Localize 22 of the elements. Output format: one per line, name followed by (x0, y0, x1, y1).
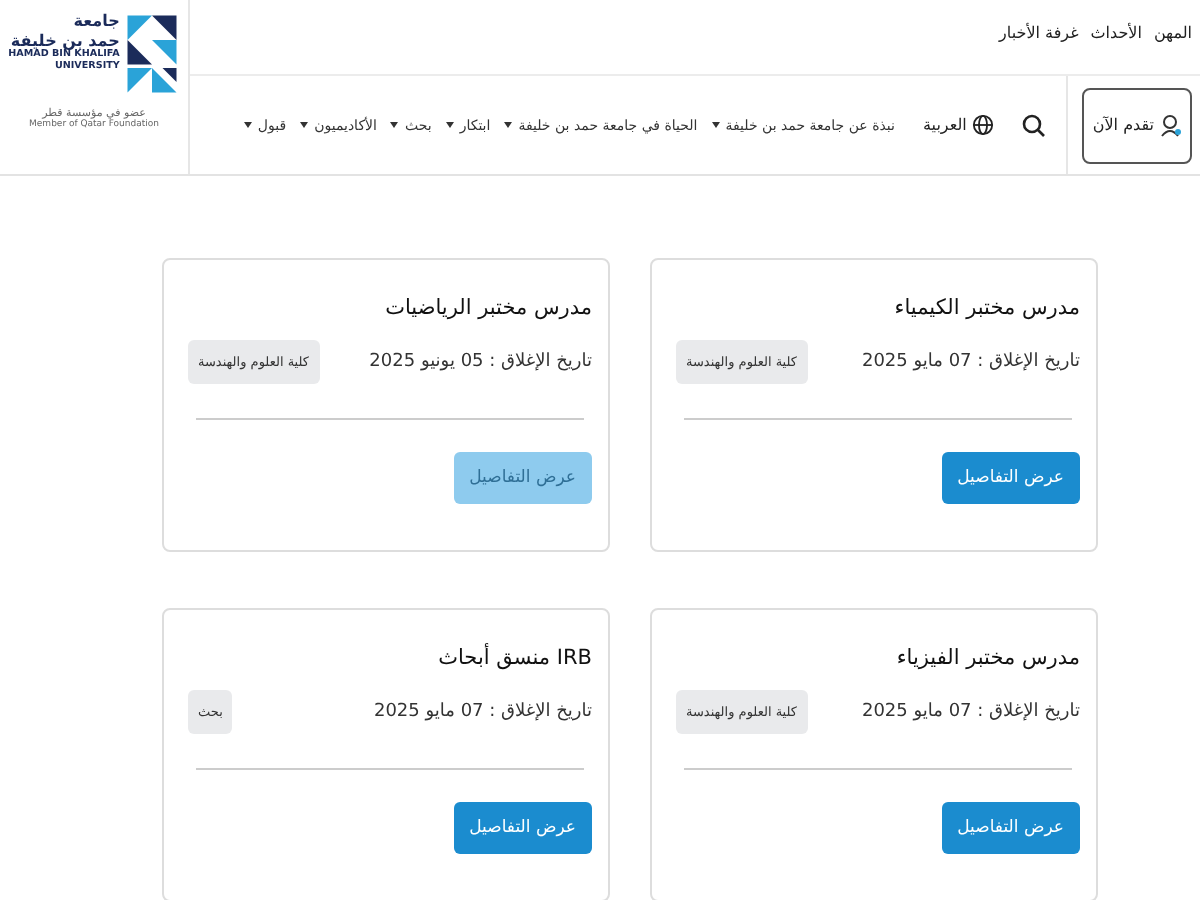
closing-date: تاريخ الإغلاق : 05 يونيو 2025 (369, 352, 592, 372)
top-link[interactable]: غرفة الأخبار (999, 24, 1079, 42)
search-icon[interactable] (1022, 113, 1047, 137)
job-title: IRB منسق أبحاث (436, 646, 592, 670)
logo-icon (123, 12, 180, 96)
details-button[interactable]: عرض التفاصيل (941, 452, 1080, 504)
job-title: مدرس مختبر الكيمياء (892, 296, 1080, 320)
logo-arabic-name: حمد بن خليفة (10, 31, 120, 50)
closing-date: تاريخ الإغلاق : 07 مايو 2025 (861, 352, 1080, 372)
logo-arabic-name: جامعة (73, 12, 120, 32)
details-button[interactable]: عرض التفاصيل (941, 802, 1080, 854)
globe-icon (972, 114, 995, 136)
job-title: مدرس مختبر الرياضيات (383, 296, 592, 320)
top-link[interactable]: المهن (1153, 24, 1192, 42)
person-icon (1160, 113, 1182, 137)
job-title: مدرس مختبر الفيزياء (894, 646, 1080, 670)
apply-button[interactable]: تقدم الآن (1082, 87, 1192, 163)
top-link[interactable]: الأحداث (1090, 24, 1142, 42)
closing-date: تاريخ الإغلاق : 07 مايو 2025 (373, 702, 592, 722)
details-button[interactable]: عرض التفاصيل (453, 802, 592, 854)
language-link[interactable]: العربية (922, 114, 995, 136)
closing-date: تاريخ الإغلاق : 07 مايو 2025 (861, 702, 1080, 722)
